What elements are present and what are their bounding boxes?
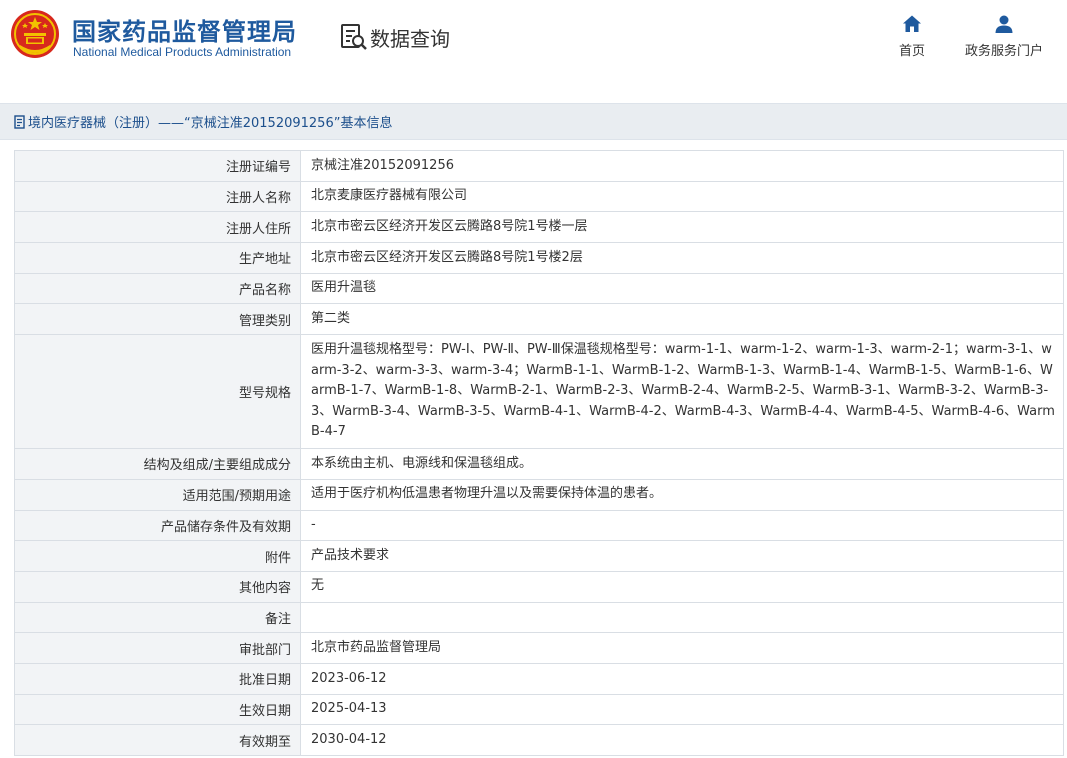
field-value: 北京市药品监督管理局 [300, 632, 1064, 664]
field-value: 本系统由主机、电源线和保温毯组成。 [300, 448, 1064, 480]
table-row: 管理类别 第二类 [14, 303, 1064, 336]
home-icon [903, 15, 921, 32]
site-header: 国家药品监督管理局 National Medical Products Admi… [0, 0, 1067, 80]
field-value: 无 [300, 570, 1064, 603]
table-row: 注册人名称 北京麦康医疗器械有限公司 [14, 180, 1064, 213]
table-row: 生效日期 2025-04-13 [14, 693, 1064, 726]
field-label: 结构及组成/主要组成成分 [14, 448, 301, 480]
field-label: 适用范围/预期用途 [14, 478, 301, 511]
field-value: 北京麦康医疗器械有限公司 [300, 180, 1064, 213]
field-label: 生产地址 [14, 242, 301, 274]
field-value: 适用于医疗机构低温患者物理升温以及需要保持体温的患者。 [300, 478, 1064, 511]
table-row: 批准日期 2023-06-12 [14, 662, 1064, 695]
field-value: 医用升温毯规格型号：PW-Ⅰ、PW-Ⅱ、PW-Ⅲ保温毯规格型号：warm-1-1… [300, 334, 1064, 450]
field-value: 产品技术要求 [300, 540, 1064, 572]
field-label: 生效日期 [14, 693, 301, 726]
table-row: 生产地址 北京市密云区经济开发区云腾路8号院1号楼2层 [14, 242, 1064, 274]
data-query-heading: 数据查询 [340, 20, 450, 54]
table-row: 其他内容 无 [14, 570, 1064, 603]
field-label: 批准日期 [14, 662, 301, 695]
table-row: 结构及组成/主要组成成分 本系统由主机、电源线和保温毯组成。 [14, 448, 1064, 480]
table-row: 附件 产品技术要求 [14, 540, 1064, 572]
table-row: 备注 [14, 601, 1064, 634]
field-label: 产品储存条件及有效期 [14, 509, 301, 542]
table-row: 适用范围/预期用途 适用于医疗机构低温患者物理升温以及需要保持体温的患者。 [14, 478, 1064, 511]
table-row: 型号规格 医用升温毯规格型号：PW-Ⅰ、PW-Ⅱ、PW-Ⅲ保温毯规格型号：war… [14, 334, 1064, 450]
field-value: 2023-06-12 [300, 662, 1064, 695]
field-label: 其他内容 [14, 570, 301, 603]
data-query-title: 数据查询 [370, 26, 450, 51]
document-search-icon [341, 24, 367, 50]
registration-details-table: 注册证编号 京械注准20152091256 注册人名称 北京麦康医疗器械有限公司… [14, 150, 1064, 756]
table-row: 产品名称 医用升温毯 [14, 272, 1064, 305]
field-value: 第二类 [300, 303, 1064, 336]
field-label: 管理类别 [14, 303, 301, 336]
page-title: 境内医疗器械（注册）——“京械注准20152091256”基本信息 [28, 116, 393, 131]
field-label: 型号规格 [14, 334, 301, 450]
field-value: 京械注准20152091256 [300, 150, 1064, 182]
field-label: 有效期至 [14, 724, 301, 756]
nav-service-portal[interactable]: 政务服务门户 [958, 14, 1050, 59]
table-row: 有效期至 2030-04-12 [14, 724, 1064, 756]
field-label: 备注 [14, 601, 301, 634]
field-label: 附件 [14, 540, 301, 572]
field-label: 审批部门 [14, 632, 301, 664]
page-title-bar: 境内医疗器械（注册）——“京械注准20152091256”基本信息 [0, 103, 1067, 140]
nav-home[interactable]: 首页 [893, 14, 931, 59]
field-value: 北京市密云区经济开发区云腾路8号院1号楼一层 [300, 211, 1064, 244]
field-value: 2025-04-13 [300, 693, 1064, 726]
table-row: 审批部门 北京市药品监督管理局 [14, 632, 1064, 664]
field-value: 医用升温毯 [300, 272, 1064, 305]
user-icon [995, 15, 1013, 33]
field-value: 2030-04-12 [300, 724, 1064, 756]
brand-name-cn: 国家药品监督管理局 [72, 18, 297, 46]
table-row: 产品储存条件及有效期 - [14, 509, 1064, 542]
nav-home-label: 首页 [898, 44, 925, 59]
field-value: - [300, 509, 1064, 542]
brand-name-en: National Medical Products Administration [73, 45, 292, 59]
table-row: 注册证编号 京械注准20152091256 [14, 150, 1064, 182]
table-row: 注册人住所 北京市密云区经济开发区云腾路8号院1号楼一层 [14, 211, 1064, 244]
field-value: 北京市密云区经济开发区云腾路8号院1号楼2层 [300, 242, 1064, 274]
field-label: 注册人住所 [14, 211, 301, 244]
field-label: 注册人名称 [14, 180, 301, 213]
document-icon [14, 114, 25, 129]
field-value [300, 601, 1064, 634]
nav-service-portal-label: 政务服务门户 [964, 44, 1043, 59]
national-emblem-icon [11, 10, 59, 58]
field-label: 注册证编号 [14, 150, 301, 182]
field-label: 产品名称 [14, 272, 301, 305]
